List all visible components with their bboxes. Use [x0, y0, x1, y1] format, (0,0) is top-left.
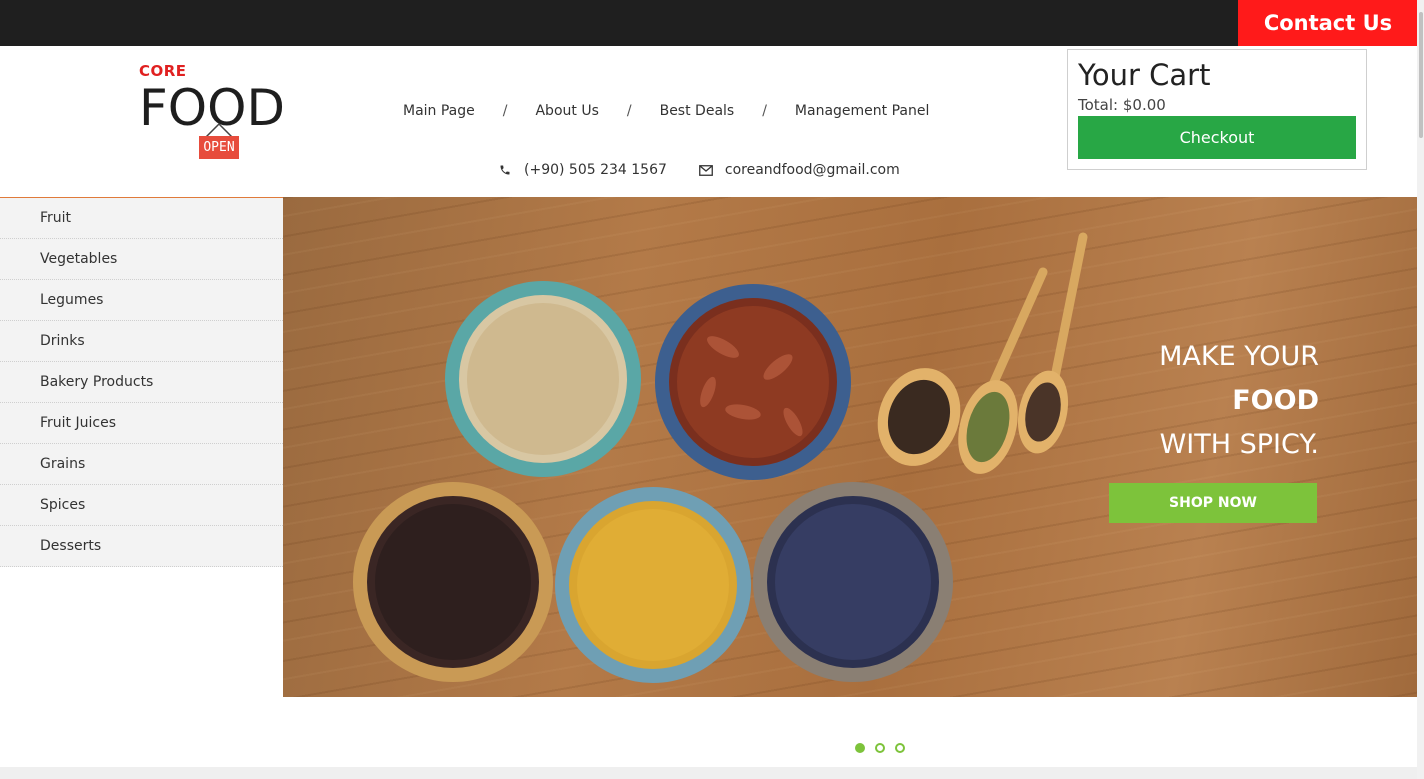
checkout-button[interactable]: Checkout — [1078, 116, 1356, 159]
slider-dot-3[interactable] — [895, 743, 905, 753]
hero-line-1: MAKE YOUR — [1159, 341, 1319, 372]
cart-title: Your Cart — [1078, 58, 1211, 92]
nav-main-page[interactable]: Main Page — [403, 103, 475, 119]
category-desserts[interactable]: Desserts — [0, 526, 283, 567]
hero-headline: MAKE YOUR FOOD WITH SPICY. — [1159, 335, 1319, 467]
category-drinks[interactable]: Drinks — [0, 321, 283, 362]
email-address[interactable]: coreandfood@gmail.com — [725, 162, 900, 178]
nav-separator: / — [762, 103, 767, 119]
category-bakery-products[interactable]: Bakery Products — [0, 362, 283, 403]
scrollbar-thumb[interactable] — [1419, 12, 1423, 138]
footer-strip — [0, 767, 1417, 779]
envelope-icon — [699, 163, 713, 177]
shop-now-button[interactable]: SHOP NOW — [1109, 483, 1317, 523]
category-grains[interactable]: Grains — [0, 444, 283, 485]
slider-dot-1[interactable] — [855, 743, 865, 753]
contact-info: (+90) 505 234 1567 coreandfood@gmail.com — [498, 160, 900, 180]
cart-widget: Your Cart Total: $0.00 Checkout — [1067, 49, 1367, 170]
category-vegetables[interactable]: Vegetables — [0, 239, 283, 280]
open-sign: OPEN — [199, 136, 239, 159]
phone-number[interactable]: (+90) 505 234 1567 — [524, 162, 667, 178]
cart-total: Total: $0.00 — [1078, 96, 1166, 114]
slider-dots — [855, 743, 905, 753]
nav-management-panel[interactable]: Management Panel — [795, 103, 929, 119]
main-nav: Main Page / About Us / Best Deals / Mana… — [403, 101, 929, 121]
contact-us-button[interactable]: Contact Us — [1238, 0, 1418, 46]
nav-about-us[interactable]: About Us — [535, 103, 598, 119]
category-fruit-juices[interactable]: Fruit Juices — [0, 403, 283, 444]
hero-slider: MAKE YOUR FOOD WITH SPICY. SHOP NOW — [283, 197, 1417, 697]
category-legumes[interactable]: Legumes — [0, 280, 283, 321]
category-spices[interactable]: Spices — [0, 485, 283, 526]
hero-line-3: WITH SPICY. — [1159, 429, 1319, 460]
phone-icon — [498, 163, 512, 177]
top-bar — [0, 0, 1424, 46]
slider-dot-2[interactable] — [875, 743, 885, 753]
nav-best-deals[interactable]: Best Deals — [660, 103, 735, 119]
hero-line-2: FOOD — [1232, 385, 1319, 416]
nav-separator: / — [626, 103, 632, 119]
category-sidebar: Fruit Vegetables Legumes Drinks Bakery P… — [0, 197, 283, 567]
category-fruit[interactable]: Fruit — [0, 198, 283, 239]
nav-separator: / — [502, 103, 508, 119]
site-logo[interactable]: CORE FOOD OPEN — [139, 60, 299, 165]
